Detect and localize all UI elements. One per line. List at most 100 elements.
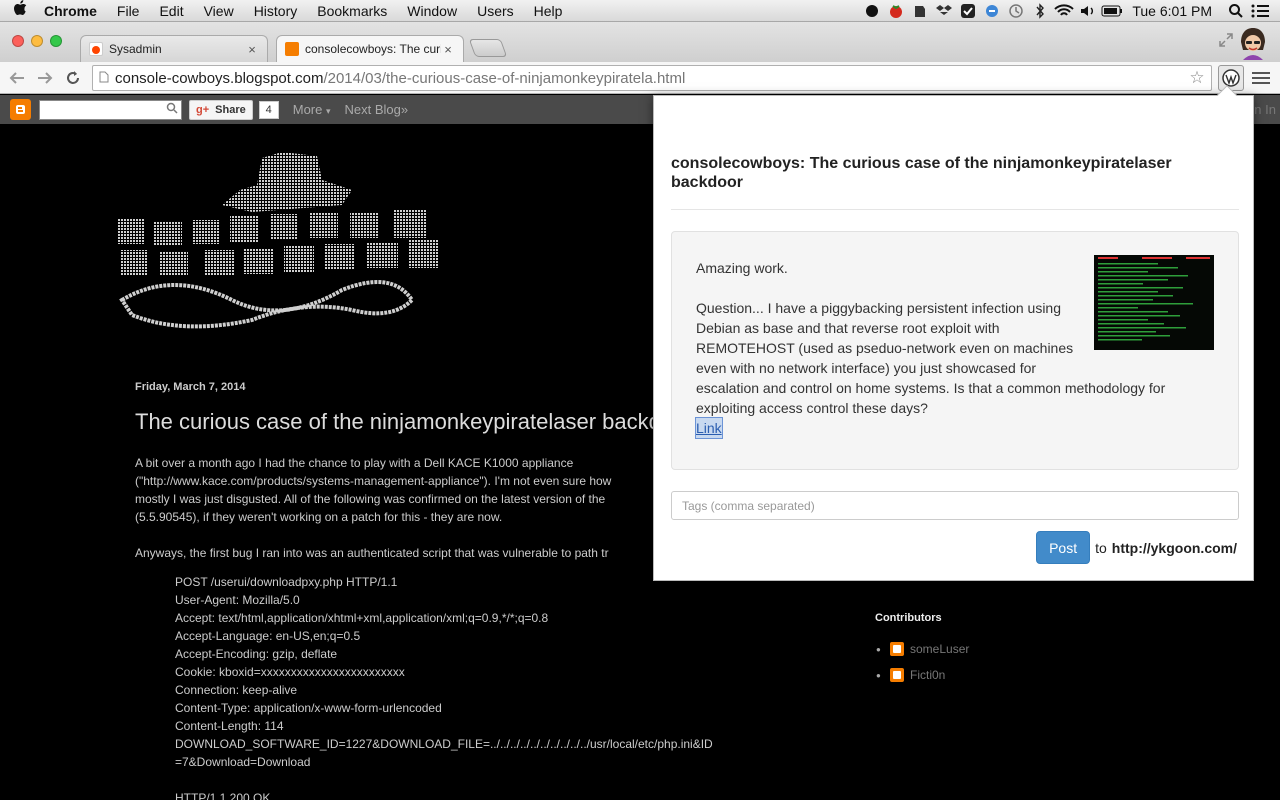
menu-window[interactable]: Window: [397, 3, 467, 19]
zoom-window-button[interactable]: [50, 35, 62, 47]
code-line: Accept: text/html,application/xhtml+xml,…: [175, 611, 549, 625]
tab-strip: Sysadmin × consolecowboys: The curio ×: [0, 22, 1280, 62]
reload-button[interactable]: [62, 67, 84, 89]
quote-body: Question... I have a piggybacking persis…: [696, 298, 1216, 418]
menu-edit[interactable]: Edit: [149, 3, 193, 19]
battery-icon[interactable]: [1100, 0, 1124, 22]
share-label: Share: [215, 103, 246, 116]
post-title[interactable]: The curious case of the ninjamonkeypirat…: [135, 409, 661, 435]
menu-help[interactable]: Help: [524, 3, 573, 19]
new-tab-button[interactable]: [468, 39, 508, 57]
minimize-window-button[interactable]: [31, 35, 43, 47]
close-window-button[interactable]: [12, 35, 24, 47]
post-body: A bit over a month ago I had the chance …: [135, 454, 655, 580]
dropbox-icon[interactable]: [932, 0, 956, 22]
blogger-logo-icon[interactable]: [10, 99, 31, 120]
search-icon[interactable]: [166, 102, 178, 117]
forward-button[interactable]: [34, 67, 56, 89]
more-dropdown[interactable]: More ▾: [293, 102, 331, 117]
wifi-icon[interactable]: [1052, 0, 1076, 22]
code-line: HTTP/1.1 200 OK: [175, 791, 271, 800]
code-line: Accept-Language: en-US,en;q=0.5: [175, 629, 361, 643]
profile-avatar[interactable]: [1238, 26, 1268, 60]
macos-menubar: Chrome File Edit View History Bookmarks …: [0, 0, 1280, 22]
menu-history[interactable]: History: [244, 3, 308, 19]
post-row: Post to http://ykgoon.com/: [1036, 531, 1237, 564]
share-count: 4: [258, 100, 279, 119]
tab-consolecowboys[interactable]: consolecowboys: The curio ×: [276, 35, 464, 62]
blogger-profile-icon: [890, 668, 904, 682]
contributor-item[interactable]: ● someLuser: [876, 636, 970, 662]
menubar-clock[interactable]: Tue 6:01 PM: [1124, 3, 1224, 19]
wordpress-extension-button[interactable]: [1218, 65, 1244, 91]
code-line: Connection: keep-alive: [175, 683, 298, 697]
bookmark-star-icon[interactable]: ☆: [1183, 68, 1211, 88]
record-icon[interactable]: [860, 0, 884, 22]
contributors-list: ● someLuser ● Ficti0n: [876, 636, 970, 688]
address-bar[interactable]: console-cowboys.blogspot.com /2014/03/th…: [92, 65, 1212, 91]
destination-site[interactable]: http://ykgoon.com/: [1112, 540, 1237, 556]
tab-label: consolecowboys: The curio: [305, 42, 441, 56]
volume-icon[interactable]: [1076, 0, 1100, 22]
check-status-icon[interactable]: [956, 0, 980, 22]
blog-search-input[interactable]: [39, 99, 182, 120]
thumbnail-spacer: [1088, 298, 1216, 378]
app-menu-chrome[interactable]: Chrome: [40, 3, 107, 19]
tomato-timer-icon[interactable]: [884, 0, 908, 22]
bullet-icon: ●: [876, 670, 881, 680]
code-line: Content-Length: 114: [175, 719, 284, 733]
menu-view[interactable]: View: [194, 3, 244, 19]
code-line: Cookie: kboxid=xxxxxxxxxxxxxxxxxxxxxxxx: [175, 665, 405, 679]
post-line: Anyways, the first bug I ran into was an…: [135, 546, 609, 560]
menu-file[interactable]: File: [107, 3, 150, 19]
bluetooth-icon[interactable]: [1028, 0, 1052, 22]
google-plus-share-button[interactable]: g+ Share: [189, 99, 253, 120]
divider: [671, 209, 1239, 210]
blogger-favicon-icon: [285, 42, 299, 56]
tab-sysadmin[interactable]: Sysadmin ×: [80, 35, 268, 62]
reddit-favicon-icon: [89, 42, 103, 56]
post-line: A bit over a month ago I had the chance …: [135, 456, 574, 470]
back-button[interactable]: [6, 67, 28, 89]
post-button[interactable]: Post: [1036, 531, 1091, 564]
sync-icon[interactable]: [980, 0, 1004, 22]
post-line: ("http://www.kace.com/products/systems-m…: [135, 474, 612, 488]
url-path: /2014/03/the-curious-case-of-ninjamonkey…: [323, 69, 686, 87]
tags-input[interactable]: [671, 491, 1239, 520]
menu-bookmarks[interactable]: Bookmarks: [307, 3, 397, 19]
chrome-menu-icon[interactable]: [1252, 68, 1270, 88]
blogger-profile-icon: [890, 642, 904, 656]
console-cowboys-logo[interactable]: [112, 150, 452, 335]
contributor-name: someLuser: [910, 642, 970, 656]
quote-text: Amazing work. Question... I have a piggy…: [695, 258, 1216, 439]
post-line: (5.5.90545), if they weren't working on …: [135, 510, 503, 524]
code-line: Accept-Encoding: gzip, deflate: [175, 647, 338, 661]
quote-link[interactable]: Link: [695, 417, 723, 439]
chevron-down-icon: ▾: [325, 106, 331, 116]
evernote-icon[interactable]: [908, 0, 932, 22]
fullscreen-icon[interactable]: [1218, 32, 1234, 53]
menu-users[interactable]: Users: [467, 3, 524, 19]
url-host: console-cowboys.blogspot.com: [115, 69, 324, 87]
quote-editor[interactable]: Amazing work. Question... I have a piggy…: [671, 231, 1239, 470]
apple-menu-icon[interactable]: [0, 0, 40, 21]
code-line: User-Agent: Mozilla/5.0: [175, 593, 300, 607]
code-line: DOWNLOAD_SOFTWARE_ID=1227&DOWNLOAD_FILE=…: [175, 737, 713, 751]
spotlight-search-icon[interactable]: [1224, 0, 1248, 22]
window-controls: [12, 35, 62, 47]
next-blog-link[interactable]: Next Blog»: [345, 102, 409, 117]
code-line: =7&Download=Download: [175, 755, 311, 769]
post-date: Friday, March 7, 2014: [135, 381, 246, 393]
page-icon: [93, 71, 115, 86]
contributor-item[interactable]: ● Ficti0n: [876, 662, 969, 688]
tab-close-icon[interactable]: ×: [245, 42, 259, 57]
tab-close-icon[interactable]: ×: [441, 42, 455, 57]
time-machine-icon[interactable]: [1004, 0, 1028, 22]
bullet-icon: ●: [876, 644, 881, 654]
wordpress-press-this-popup: consolecowboys: The curious case of the …: [653, 85, 1254, 581]
notification-center-icon[interactable]: [1248, 0, 1272, 22]
code-line: Content-Type: application/x-www-form-url…: [175, 701, 442, 715]
quote-first-line: Amazing work.: [696, 260, 788, 276]
contributors-heading: Contributors: [875, 612, 942, 624]
